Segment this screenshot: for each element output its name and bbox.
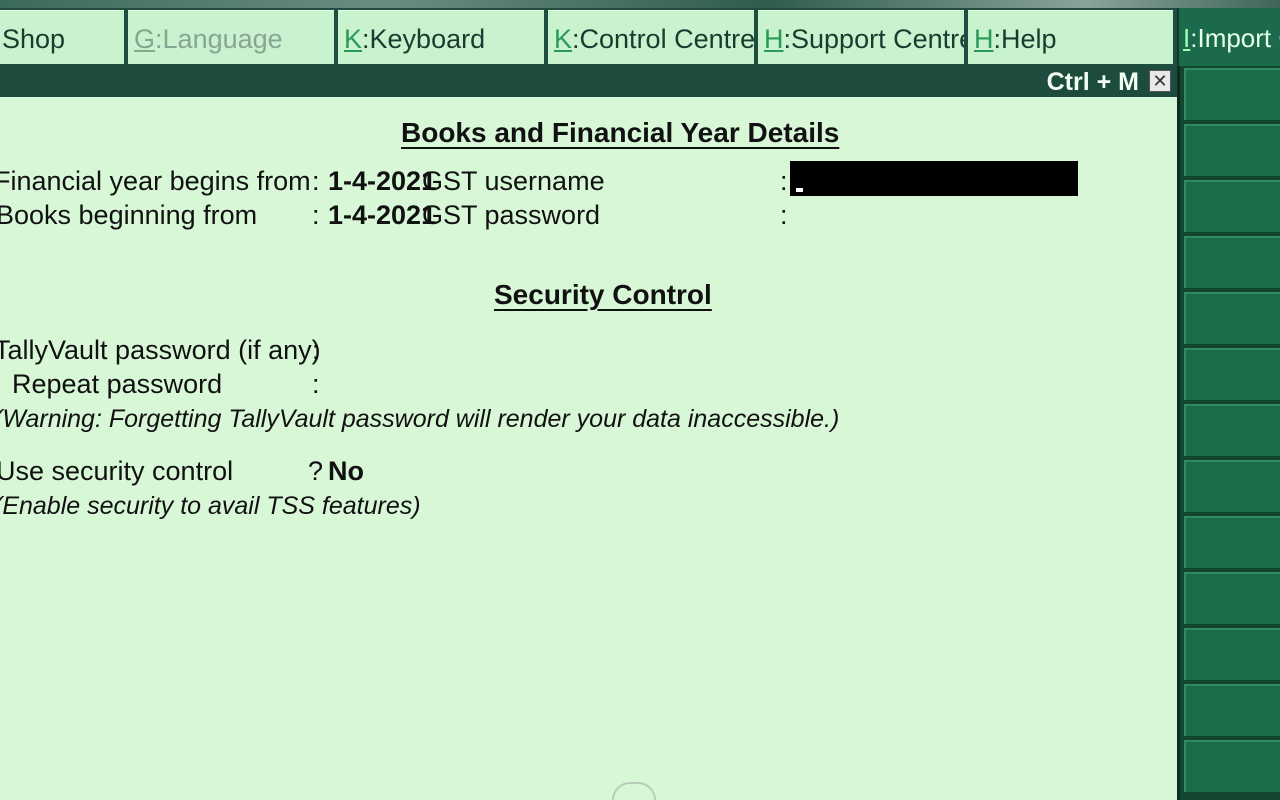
import-gst-key: I (1183, 23, 1191, 53)
scroll-indicator-icon (612, 782, 656, 800)
tss-features-note: (Enable security to avail TSS features) (0, 492, 421, 520)
use-security-control-value[interactable]: No (328, 455, 364, 487)
use-security-control-question: ? (308, 456, 324, 486)
menu-language-button[interactable]: G:Language (128, 10, 334, 64)
gst-username-label: GST username (422, 166, 605, 196)
form-title-bar: Ctrl + M ✕ (0, 66, 1177, 97)
menu-help-button[interactable]: H:Help (968, 10, 1173, 64)
menu-keyboard-key: K (344, 24, 363, 54)
gst-username-input[interactable] (790, 161, 1078, 196)
books-beginning-label: Books beginning from (0, 200, 258, 230)
gst-password-label: GST password (422, 200, 601, 230)
gst-username-colon: : (780, 166, 788, 196)
side-button[interactable] (1184, 404, 1280, 456)
text-cursor (796, 188, 803, 192)
tallyvault-password-colon: : (312, 335, 320, 365)
side-button[interactable] (1184, 572, 1280, 624)
close-icon[interactable]: ✕ (1149, 70, 1171, 92)
menu-keyboard-button[interactable]: K:Keyboard (338, 10, 544, 64)
gst-password-input[interactable] (790, 199, 1078, 231)
menu-shop-button[interactable]: Shop (0, 10, 124, 64)
import-gst-label: Import GS (1197, 23, 1280, 53)
fy-begins-value[interactable]: 1-4-2021 (328, 165, 436, 197)
books-beginning-colon: : (312, 200, 320, 230)
side-button[interactable] (1184, 684, 1280, 736)
side-button[interactable] (1184, 180, 1280, 232)
tallyvault-password-input[interactable] (328, 334, 728, 366)
side-button[interactable] (1184, 740, 1280, 792)
import-gst-button[interactable]: I:Import GS (1177, 8, 1280, 66)
menu-control-centre-key: K (554, 24, 573, 54)
menu-help-key: H (974, 24, 994, 54)
menu-support-centre-key: H (764, 24, 784, 54)
shortcut-hint: Ctrl + M (1046, 68, 1139, 96)
fy-begins-colon: : (312, 166, 320, 196)
side-button[interactable] (1184, 628, 1280, 680)
use-security-control-label: Use security control (0, 456, 234, 486)
menu-control-centre-label: Control Centre (579, 24, 754, 54)
tallyvault-warning: (Warning: Forgetting TallyVault password… (0, 405, 840, 433)
repeat-password-label: Repeat password (12, 369, 223, 399)
menu-control-centre-button[interactable]: K:Control Centre (548, 10, 754, 64)
menu-shop-label: Shop (2, 24, 66, 54)
side-button[interactable] (1184, 236, 1280, 288)
security-heading: Security Control (494, 279, 712, 310)
side-button[interactable] (1184, 124, 1280, 176)
tallyvault-password-label: TallyVault password (if any) (0, 335, 321, 365)
window-frame-stripe (0, 0, 1280, 8)
repeat-password-colon: : (312, 369, 320, 399)
side-button[interactable] (1184, 68, 1280, 120)
menu-help-label: Help (1001, 24, 1057, 54)
menu-language-label: Language (162, 24, 283, 54)
books-beginning-value[interactable]: 1-4-2021 (328, 199, 436, 231)
side-button[interactable] (1184, 348, 1280, 400)
top-menu-bar: Shop G:Language K:Keyboard K:Control Cen… (0, 0, 1280, 66)
side-button[interactable] (1184, 516, 1280, 568)
side-button-panel (1177, 66, 1280, 800)
side-button[interactable] (1184, 292, 1280, 344)
fy-begins-label: Financial year begins from (0, 166, 311, 196)
gst-password-colon: : (780, 200, 788, 230)
repeat-password-input[interactable] (328, 368, 728, 400)
menu-support-centre-label: Support Centre (791, 24, 964, 54)
menu-keyboard-label: Keyboard (369, 24, 486, 54)
menu-support-centre-button[interactable]: H:Support Centre (758, 10, 964, 64)
menu-language-key: G (134, 24, 156, 54)
side-button[interactable] (1184, 460, 1280, 512)
books-heading: Books and Financial Year Details (401, 117, 840, 148)
